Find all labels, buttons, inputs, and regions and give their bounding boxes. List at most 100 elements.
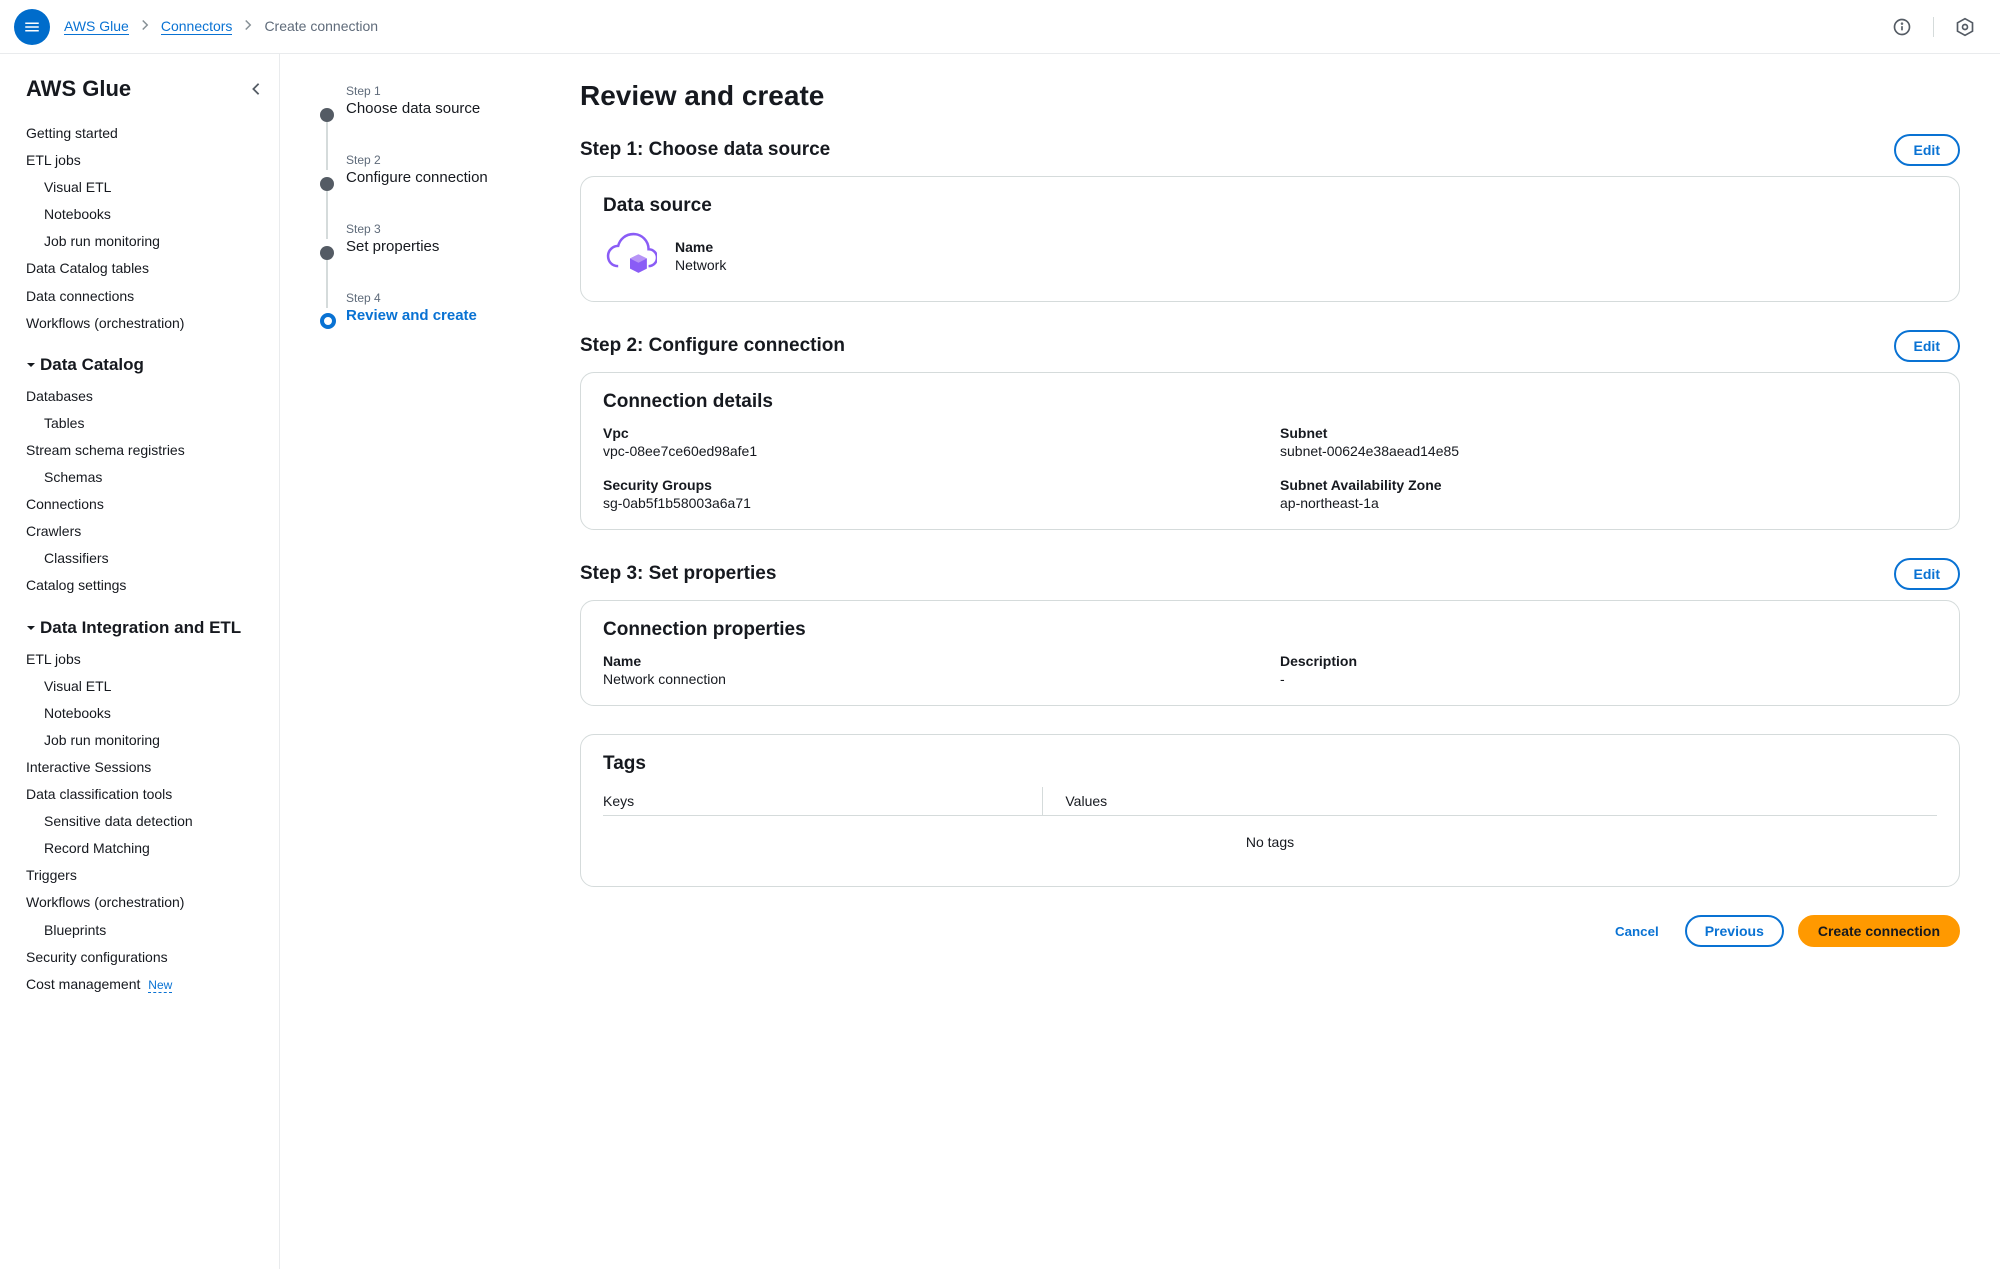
topbar-left: AWS Glue Connectors Create connection [14,9,378,45]
nav-section-data-catalog[interactable]: Data Catalog [26,351,269,379]
hamburger-icon [23,18,41,36]
step-3[interactable]: Step 3 Set properties [320,222,550,255]
nav-sensitive-data[interactable]: Sensitive data detection [26,808,269,835]
sidebar-header: AWS Glue [26,76,269,102]
cancel-button[interactable]: Cancel [1603,918,1671,945]
section-head-step3: Step 3: Set properties Edit [580,558,1960,590]
sidebar: AWS Glue Getting started ETL jobs Visual… [0,54,280,1269]
nav-data-connections[interactable]: Data connections [26,283,269,310]
breadcrumb-item-current: Create connection [264,18,378,35]
settings-button[interactable] [1954,16,1976,38]
edit-step1-button[interactable]: Edit [1894,134,1960,166]
sidenav: Getting started ETL jobs Visual ETL Note… [26,120,269,998]
nav-blueprints[interactable]: Blueprints [26,917,269,944]
prop-name-label: Name [603,653,1260,669]
nav-notebooks[interactable]: Notebooks [26,201,269,228]
card-title: Data source [603,195,1937,217]
nav-data-classification[interactable]: Data classification tools [26,781,269,808]
chevron-right-icon [139,18,151,34]
sg-label: Security Groups [603,477,1260,493]
nav-data-catalog-tables[interactable]: Data Catalog tables [26,255,269,282]
main-content: Review and create Step 1: Choose data so… [570,54,2000,1269]
nav-interactive-sessions[interactable]: Interactive Sessions [26,754,269,781]
nav-record-matching[interactable]: Record Matching [26,835,269,862]
section-title: Step 3: Set properties [580,563,776,585]
nav-etl-jobs-2[interactable]: ETL jobs [26,646,269,673]
prop-desc-label: Description [1280,653,1937,669]
nav-cost-management[interactable]: Cost management New [26,971,269,998]
nav-notebooks-2[interactable]: Notebooks [26,700,269,727]
step-4[interactable]: Step 4 Review and create [320,291,550,324]
breadcrumb-item-glue[interactable]: AWS Glue [64,18,129,36]
section-head-step2: Step 2: Configure connection Edit [580,330,1960,362]
nav-crawlers[interactable]: Crawlers [26,518,269,545]
section-title: Step 1: Choose data source [580,139,830,161]
ds-name-label: Name [675,239,726,255]
nav-workflows-orch-2[interactable]: Workflows (orchestration) [26,889,269,916]
tags-col-keys: Keys [603,787,1043,816]
chevron-right-icon [242,18,254,34]
step-title: Configure connection [346,169,550,186]
step-number: Step 1 [346,84,550,98]
edit-step3-button[interactable]: Edit [1894,558,1960,590]
vpc-label: Vpc [603,425,1260,441]
subnet-label: Subnet [1280,425,1937,441]
nav-job-run-monitoring-2[interactable]: Job run monitoring [26,727,269,754]
nav-schemas[interactable]: Schemas [26,464,269,491]
nav-connections[interactable]: Connections [26,491,269,518]
nav-getting-started[interactable]: Getting started [26,120,269,147]
section-head-step1: Step 1: Choose data source Edit [580,134,1960,166]
card-title: Tags [603,753,1937,775]
nav-section-label: Data Catalog [40,351,144,379]
section-title: Step 2: Configure connection [580,335,845,357]
menu-toggle-button[interactable] [14,9,50,45]
nav-stream-schema[interactable]: Stream schema registries [26,437,269,464]
previous-button[interactable]: Previous [1685,915,1784,947]
nav-triggers[interactable]: Triggers [26,862,269,889]
network-icon [603,229,657,283]
card-connection-details: Connection details Vpc vpc-08ee7ce60ed98… [580,372,1960,530]
nav-security-config[interactable]: Security configurations [26,944,269,971]
sidebar-collapse-button[interactable] [243,76,269,102]
card-data-source: Data source Name Network [580,176,1960,302]
edit-step2-button[interactable]: Edit [1894,330,1960,362]
step-title: Review and create [346,307,550,324]
nav-visual-etl-2[interactable]: Visual ETL [26,673,269,700]
nav-catalog-settings[interactable]: Catalog settings [26,572,269,599]
nav-databases[interactable]: Databases [26,383,269,410]
step-1[interactable]: Step 1 Choose data source [320,84,550,117]
nav-etl-jobs[interactable]: ETL jobs [26,147,269,174]
no-tags-message: No tags [603,816,1937,868]
prop-desc-value: - [1280,671,1937,687]
card-title: Connection details [603,391,1937,413]
card-tags: Tags Keys Values No tags [580,734,1960,887]
new-badge: New [148,978,172,993]
nav-visual-etl[interactable]: Visual ETL [26,174,269,201]
data-source-row: Name Network [603,229,1937,283]
nav-classifiers[interactable]: Classifiers [26,545,269,572]
nav-tables[interactable]: Tables [26,410,269,437]
nav-workflows-orch[interactable]: Workflows (orchestration) [26,310,269,337]
sg-value: sg-0ab5f1b58003a6a71 [603,495,1260,511]
topbar-right [1891,16,1976,38]
breadcrumb: AWS Glue Connectors Create connection [64,18,378,36]
footer-actions: Cancel Previous Create connection [580,915,1960,947]
settings-icon [1955,17,1975,37]
step-title: Choose data source [346,100,550,117]
step-2[interactable]: Step 2 Configure connection [320,153,550,186]
breadcrumb-item-connectors[interactable]: Connectors [161,18,233,36]
chevron-left-icon [249,82,263,96]
caret-down-icon [26,623,36,633]
divider [1933,17,1934,37]
info-button[interactable] [1891,16,1913,38]
create-connection-button[interactable]: Create connection [1798,915,1960,947]
step-number: Step 2 [346,153,550,167]
card-connection-properties: Connection properties Name Network conne… [580,600,1960,706]
step-title: Set properties [346,238,550,255]
page-title: Review and create [580,80,1960,112]
info-icon [1892,17,1912,37]
nav-job-run-monitoring[interactable]: Job run monitoring [26,228,269,255]
az-value: ap-northeast-1a [1280,495,1937,511]
nav-section-di-etl[interactable]: Data Integration and ETL [26,614,269,642]
vpc-value: vpc-08ee7ce60ed98afe1 [603,443,1260,459]
